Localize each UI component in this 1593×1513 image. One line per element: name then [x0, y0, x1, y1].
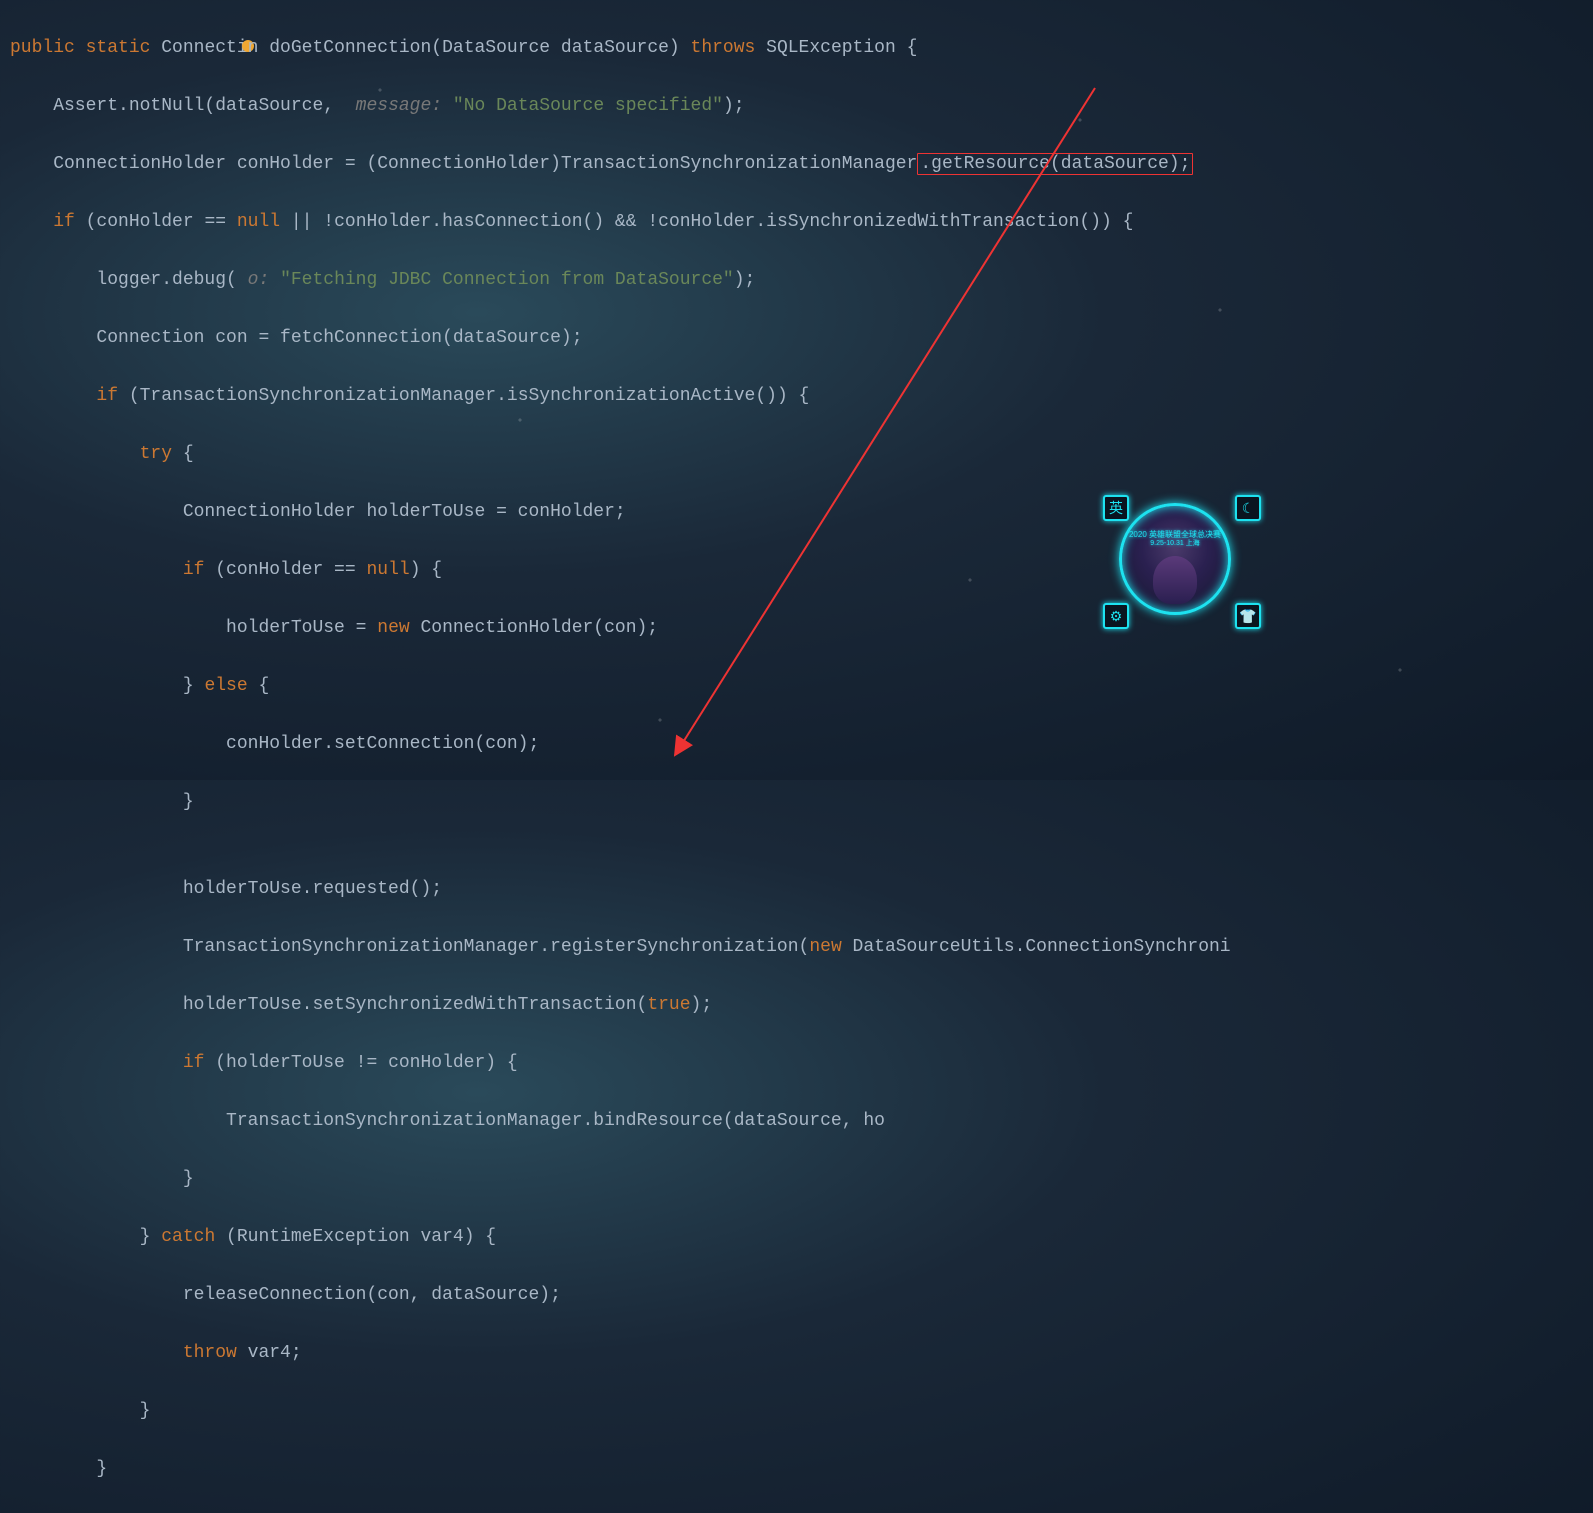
- code-line: if (holderToUse != conHolder) {: [10, 1049, 1593, 1078]
- code-line: holderToUse.requested();: [10, 875, 1593, 904]
- code-line: }: [10, 1165, 1593, 1194]
- widget-corner-button-shirt-icon[interactable]: 👕: [1235, 603, 1261, 629]
- code-line: holderToUse = new ConnectionHolder(con);: [10, 614, 1593, 643]
- widget-character-icon: [1153, 556, 1197, 604]
- code-line: conHolder.setConnection(con);: [10, 730, 1593, 759]
- widget-title: 2020 英雄联盟全球总决赛 9.25-10.31 上海: [1129, 530, 1221, 548]
- code-line: ConnectionHolder holderToUse = conHolder…: [10, 498, 1593, 527]
- code-line: holderToUse.setSynchronizedWithTransacti…: [10, 991, 1593, 1020]
- code-line: throw var4;: [10, 1339, 1593, 1368]
- code-line: logger.debug( o: "Fetching JDBC Connecti…: [10, 266, 1593, 295]
- code-line: releaseConnection(con, dataSource);: [10, 1281, 1593, 1310]
- code-line: }: [10, 1397, 1593, 1426]
- widget-corner-button-language[interactable]: 英: [1103, 495, 1129, 521]
- widget-corner-button-gear-icon[interactable]: ⚙: [1103, 603, 1129, 629]
- code-line: if (conHolder == null || !conHolder.hasC…: [10, 208, 1593, 237]
- code-line: }: [10, 1455, 1593, 1484]
- code-line: } catch (RuntimeException var4) {: [10, 1223, 1593, 1252]
- code-line: TransactionSynchronizationManager.regist…: [10, 933, 1593, 962]
- code-line: Assert.notNull(dataSource, message: "No …: [10, 92, 1593, 121]
- code-line: if (TransactionSynchronizationManager.is…: [10, 382, 1593, 411]
- code-line: if (conHolder == null) {: [10, 556, 1593, 585]
- highlight-box: .getResource(dataSource);: [917, 153, 1193, 175]
- code-line: }: [10, 788, 1593, 817]
- floating-game-widget[interactable]: 2020 英雄联盟全球总决赛 9.25-10.31 上海 英 ☾ ⚙ 👕: [1085, 495, 1265, 625]
- code-line: Connection con = fetchConnection(dataSou…: [10, 324, 1593, 353]
- code-line: public static Connectin doGetConnection(…: [10, 34, 1593, 63]
- code-line: ConnectionHolder conHolder = (Connection…: [10, 150, 1593, 179]
- widget-corner-button-moon-icon[interactable]: ☾: [1235, 495, 1261, 521]
- code-editor[interactable]: public static Connectin doGetConnection(…: [0, 0, 1593, 1513]
- code-line: TransactionSynchronizationManager.bindRe…: [10, 1107, 1593, 1136]
- widget-main-circle[interactable]: 2020 英雄联盟全球总决赛 9.25-10.31 上海: [1119, 503, 1231, 615]
- code-line: } else {: [10, 672, 1593, 701]
- code-line: try {: [10, 440, 1593, 469]
